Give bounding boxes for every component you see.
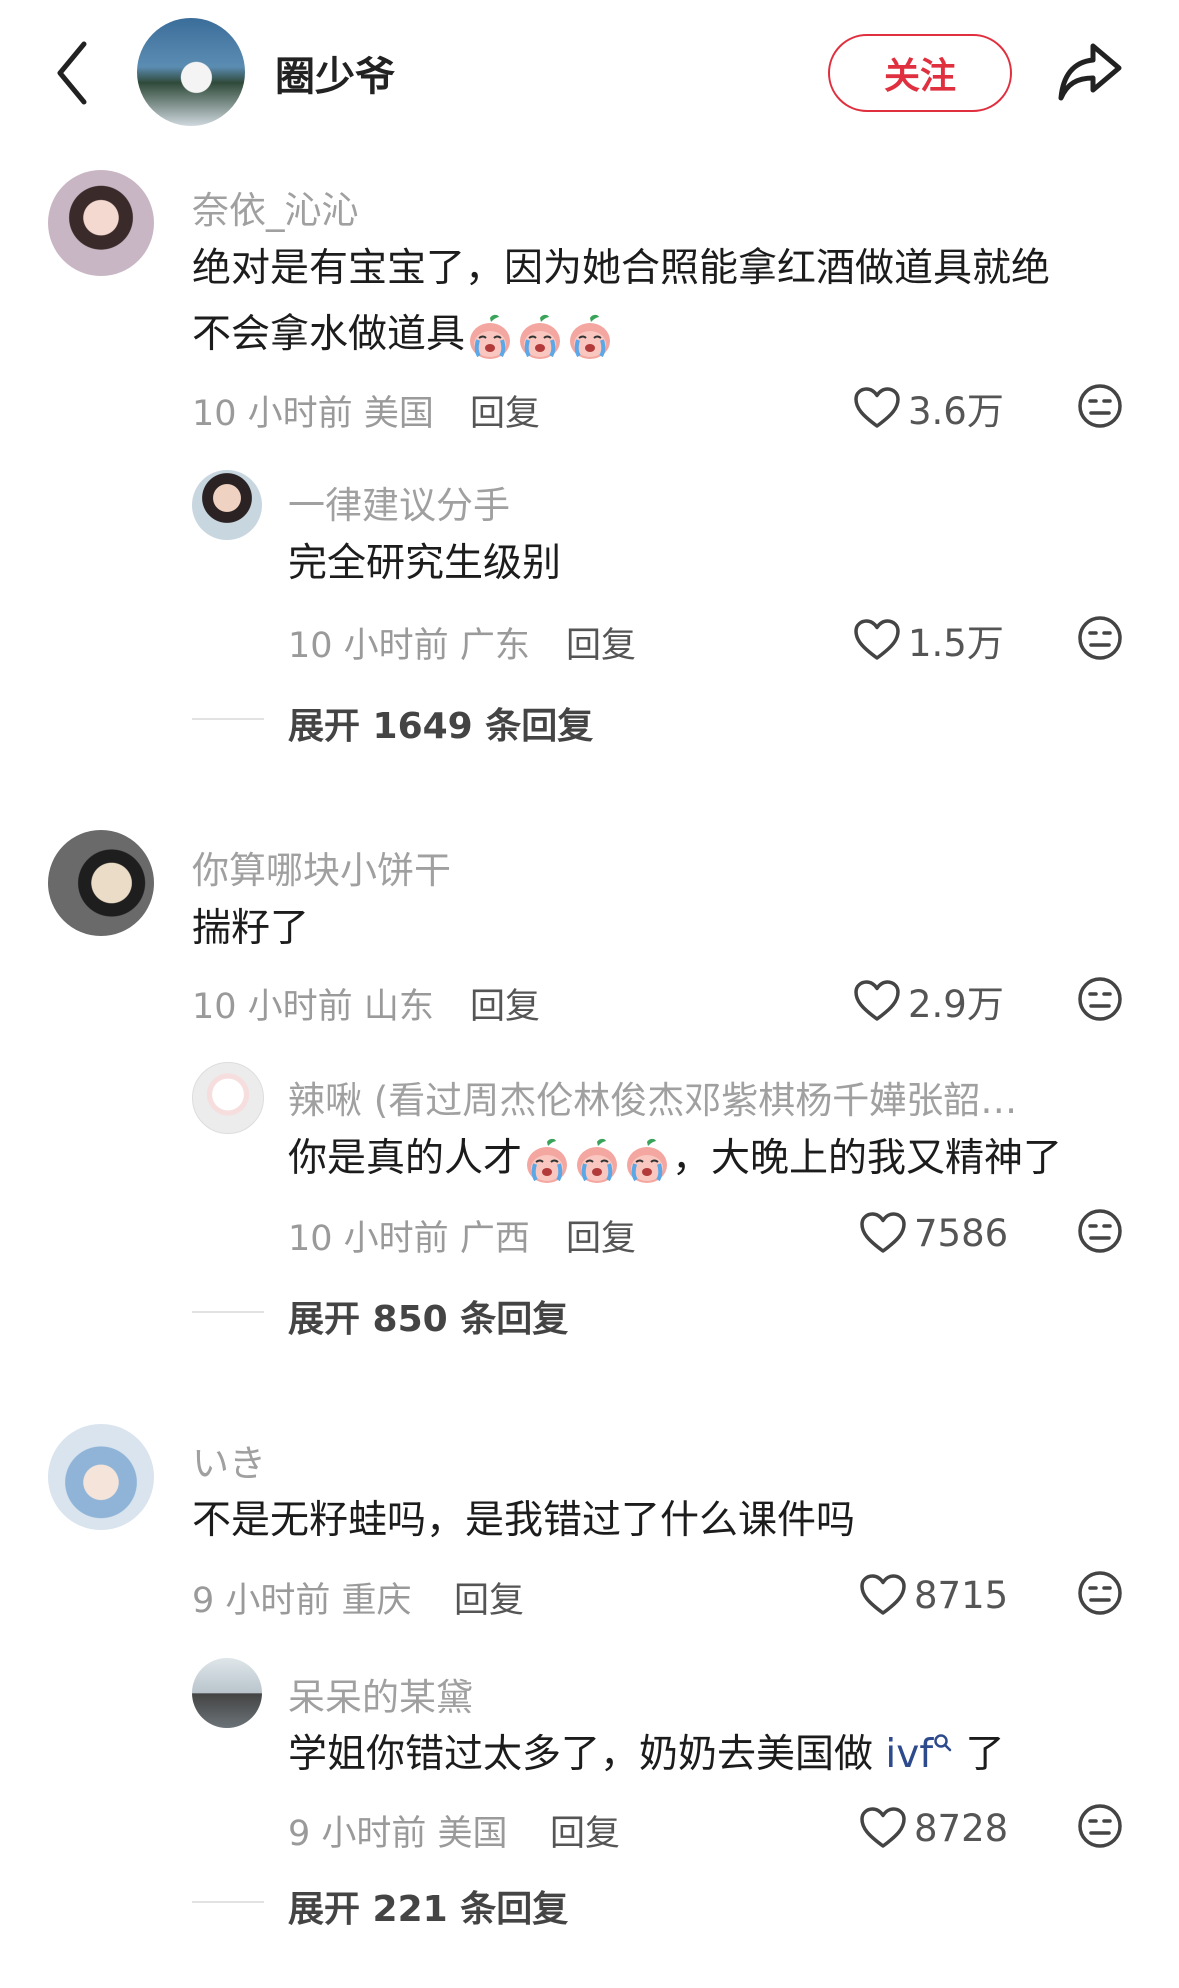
avatar[interactable] — [48, 1424, 154, 1530]
comment-text: 不是无籽蛙吗，是我错过了什么课件吗 — [192, 1498, 856, 1543]
reply-button[interactable]: 回复 — [550, 1805, 620, 1856]
reply-location: 广东 — [459, 626, 530, 666]
like-button[interactable]: 7586 — [860, 1208, 1008, 1258]
reply-button[interactable]: 回复 — [454, 1572, 524, 1623]
crying-peach-emoji — [565, 312, 615, 362]
emoji-group — [465, 312, 615, 359]
comment-meta: 9 小时前 重庆 — [192, 1572, 412, 1623]
comment-text: 不会拿水做道具 — [192, 312, 466, 357]
like-count: 8715 — [914, 1573, 1009, 1617]
like-count: 2.9万 — [908, 983, 1004, 1026]
like-count: 7586 — [914, 1211, 1009, 1255]
reply-text-b: 了 — [953, 1732, 1005, 1777]
comment-location: 重庆 — [341, 1581, 412, 1621]
like-button[interactable]: 2.9万 — [854, 976, 1004, 1026]
comment-text: 揣籽了 — [192, 906, 310, 951]
reply-author[interactable]: 一律建议分手 — [288, 475, 510, 529]
comment-author[interactable]: 你算哪块小饼干 — [192, 840, 451, 894]
heart-outline-icon — [854, 980, 900, 1021]
comment-author[interactable]: 奈依_沁沁 — [192, 180, 359, 234]
heart-outline-icon — [854, 387, 900, 428]
comment-text-line1: 绝对是有宝宝了，因为她合照能拿红酒做道具就绝 — [192, 246, 1051, 291]
reply-text: 学姐你错过太多了，奶奶去美国做 ivf 了 — [288, 1722, 1004, 1788]
heart-outline-icon — [854, 619, 900, 660]
reply-text-a: 学姐你错过太多了，奶奶去美国做 — [288, 1732, 886, 1777]
author-name[interactable]: 圈少爷 — [275, 44, 395, 102]
crying-peach-emoji — [465, 312, 515, 362]
like-button[interactable]: 8728 — [860, 1803, 1008, 1853]
comment-meta: 10 小时前 山东 — [192, 978, 434, 1029]
avatar[interactable] — [192, 1062, 264, 1134]
reply-time: 9 小时前 — [288, 1814, 427, 1854]
comment-time: 9 小时前 — [192, 1581, 331, 1621]
comment-time: 10 小时前 — [192, 394, 353, 434]
expand-replies-button[interactable]: 展开 1649 条回复 — [288, 697, 593, 749]
author-avatar[interactable] — [137, 18, 245, 126]
meh-face-icon[interactable] — [1077, 1803, 1123, 1849]
chevron-left-icon[interactable] — [52, 38, 92, 108]
like-count: 8728 — [914, 1806, 1009, 1850]
avatar[interactable] — [48, 170, 154, 276]
avatar[interactable] — [192, 1658, 262, 1728]
reply-text-a: 你是真的人才 — [288, 1136, 523, 1181]
meh-face-icon[interactable] — [1077, 1208, 1123, 1254]
top-bar: 圈少爷 关注 — [0, 0, 1179, 150]
reply-meta: 10 小时前 广西 — [288, 1210, 530, 1261]
reply-button[interactable]: 回复 — [566, 1210, 636, 1261]
meh-face-icon[interactable] — [1077, 976, 1123, 1022]
comment-text-line2: 不会拿水做道具 — [192, 302, 615, 368]
comment-location: 美国 — [363, 394, 434, 434]
like-button[interactable]: 3.6万 — [854, 383, 1004, 433]
reply-button[interactable]: 回复 — [470, 978, 540, 1029]
heart-outline-icon — [860, 1807, 906, 1848]
reply-meta: 10 小时前 广东 — [288, 617, 530, 668]
divider — [192, 718, 264, 720]
reply-location: 广西 — [459, 1219, 530, 1259]
expand-replies-button[interactable]: 展开 221 条回复 — [288, 1880, 568, 1932]
comment-author[interactable]: いき — [192, 1433, 266, 1487]
link-text[interactable]: ivf — [885, 1732, 933, 1777]
reply-location: 美国 — [437, 1814, 508, 1854]
avatar[interactable] — [48, 830, 154, 936]
expand-replies-button[interactable]: 展开 850 条回复 — [288, 1290, 568, 1342]
heart-outline-icon — [860, 1574, 906, 1615]
heart-outline-icon — [860, 1212, 906, 1253]
crying-peach-emoji — [572, 1136, 622, 1186]
avatar[interactable] — [192, 470, 262, 540]
like-count: 1.5万 — [908, 622, 1004, 665]
reply-author[interactable]: 呆呆的某黛 — [288, 1667, 473, 1721]
crying-peach-emoji — [522, 1136, 572, 1186]
reply-text-b: ，大晚上的我又精神了 — [672, 1136, 1063, 1181]
reply-text: 你是真的人才 ，大晚上的我又精神了 — [288, 1126, 1062, 1192]
meh-face-icon[interactable] — [1077, 1570, 1123, 1616]
comment-time: 10 小时前 — [192, 987, 353, 1027]
crying-peach-emoji — [515, 312, 565, 362]
reply-time: 10 小时前 — [288, 626, 449, 666]
comment-location: 山东 — [363, 987, 434, 1027]
divider — [192, 1311, 264, 1313]
reply-button[interactable]: 回复 — [566, 617, 636, 668]
reply-author[interactable]: 辣啾 (看过周杰伦林俊杰邓紫棋杨千嬅张韶… — [288, 1070, 1017, 1124]
reply-meta: 9 小时前 美国 — [288, 1805, 508, 1856]
meh-face-icon[interactable] — [1077, 383, 1123, 429]
search-link[interactable]: ivf — [885, 1732, 953, 1777]
like-button[interactable]: 8715 — [860, 1570, 1008, 1620]
search-icon — [934, 1734, 952, 1752]
reply-text: 完全研究生级别 — [288, 541, 562, 586]
follow-button[interactable]: 关注 — [828, 34, 1012, 112]
like-button[interactable]: 1.5万 — [854, 615, 1004, 665]
like-count: 3.6万 — [908, 390, 1004, 433]
share-icon[interactable] — [1055, 36, 1125, 106]
reply-time: 10 小时前 — [288, 1219, 449, 1259]
divider — [192, 1901, 264, 1903]
comment-meta: 10 小时前 美国 — [192, 385, 434, 436]
emoji-group — [522, 1136, 672, 1183]
reply-button[interactable]: 回复 — [470, 385, 540, 436]
meh-face-icon[interactable] — [1077, 615, 1123, 661]
crying-peach-emoji — [622, 1136, 672, 1186]
